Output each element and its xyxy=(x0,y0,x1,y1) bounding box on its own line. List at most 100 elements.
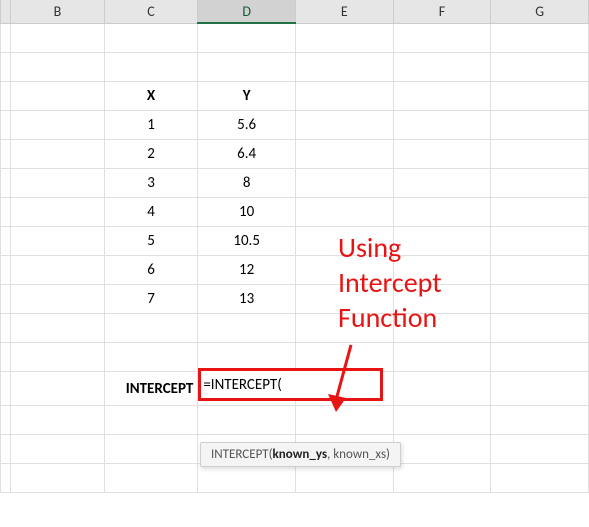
cell[interactable] xyxy=(491,343,589,372)
cell[interactable] xyxy=(393,169,491,198)
cell[interactable] xyxy=(393,406,491,435)
col-header-b[interactable]: B xyxy=(11,0,105,23)
cell[interactable] xyxy=(11,53,105,82)
cell[interactable] xyxy=(491,53,589,82)
spreadsheet-grid[interactable]: B C D E F G X Y 1 5.6 2 6.4 3 8 xyxy=(0,0,589,493)
cell[interactable] xyxy=(491,435,589,464)
cell[interactable] xyxy=(198,464,296,493)
cell[interactable] xyxy=(295,23,393,53)
cell[interactable] xyxy=(11,285,105,314)
header-y[interactable]: Y xyxy=(198,82,296,111)
cell[interactable] xyxy=(491,372,589,406)
cell[interactable] xyxy=(104,406,198,435)
tooltip-fn: INTERCEPT( xyxy=(211,447,273,462)
cell[interactable] xyxy=(295,169,393,198)
cell[interactable] xyxy=(198,23,296,53)
cell[interactable] xyxy=(491,82,589,111)
cell[interactable] xyxy=(198,406,296,435)
cell[interactable] xyxy=(295,111,393,140)
cell[interactable] xyxy=(393,82,491,111)
cell[interactable] xyxy=(491,169,589,198)
cell[interactable] xyxy=(393,464,491,493)
cell[interactable] xyxy=(491,256,589,285)
cell[interactable] xyxy=(11,343,105,372)
col-header-f[interactable]: F xyxy=(393,0,491,23)
col-header-g[interactable]: G xyxy=(491,0,589,23)
cell[interactable] xyxy=(11,198,105,227)
cell[interactable] xyxy=(295,464,393,493)
col-header-c[interactable]: C xyxy=(104,0,198,23)
cell[interactable] xyxy=(198,53,296,82)
cell-x[interactable]: 2 xyxy=(104,140,198,169)
cell[interactable] xyxy=(104,53,198,82)
cell[interactable] xyxy=(393,372,491,406)
cell[interactable] xyxy=(104,314,198,343)
cell[interactable] xyxy=(393,140,491,169)
cell[interactable] xyxy=(11,169,105,198)
cell[interactable] xyxy=(491,285,589,314)
cell[interactable] xyxy=(393,435,491,464)
formula-cell[interactable]: =INTERCEPT( xyxy=(198,372,296,406)
column-header-row: B C D E F G xyxy=(1,0,589,23)
cell[interactable] xyxy=(295,140,393,169)
cell[interactable] xyxy=(11,256,105,285)
intercept-label[interactable]: INTERCEPT xyxy=(104,372,198,406)
cell-x[interactable]: 6 xyxy=(104,256,198,285)
function-tooltip: INTERCEPT(known_ys, known_xs) xyxy=(200,442,401,467)
cell[interactable] xyxy=(104,435,198,464)
tooltip-arg-current: known_ys xyxy=(273,447,328,462)
cell[interactable] xyxy=(104,464,198,493)
annotation-line: Using xyxy=(338,230,442,265)
cell[interactable] xyxy=(393,198,491,227)
cell[interactable] xyxy=(491,314,589,343)
cell-y[interactable]: 5.6 xyxy=(198,111,296,140)
cell[interactable] xyxy=(491,111,589,140)
cell[interactable] xyxy=(295,82,393,111)
cell[interactable] xyxy=(11,23,105,53)
cell[interactable] xyxy=(11,140,105,169)
cell[interactable] xyxy=(491,198,589,227)
tooltip-rest: , known_xs) xyxy=(327,447,390,462)
cell[interactable] xyxy=(11,372,105,406)
cell[interactable] xyxy=(11,406,105,435)
cell[interactable] xyxy=(198,314,296,343)
cell[interactable] xyxy=(491,227,589,256)
cell-x[interactable]: 1 xyxy=(104,111,198,140)
annotation-line: Intercept xyxy=(338,265,442,300)
cell[interactable] xyxy=(11,464,105,493)
cell-x[interactable]: 4 xyxy=(104,198,198,227)
cell[interactable] xyxy=(491,406,589,435)
cell-y[interactable]: 13 xyxy=(198,285,296,314)
cell[interactable] xyxy=(393,53,491,82)
cell[interactable] xyxy=(295,53,393,82)
cell-x[interactable]: 3 xyxy=(104,169,198,198)
cell[interactable] xyxy=(491,140,589,169)
cell-y[interactable]: 10 xyxy=(198,198,296,227)
cell-x[interactable]: 7 xyxy=(104,285,198,314)
cell-x[interactable]: 5 xyxy=(104,227,198,256)
cell[interactable] xyxy=(11,227,105,256)
cell-y[interactable]: 12 xyxy=(198,256,296,285)
cell-y[interactable]: 8 xyxy=(198,169,296,198)
annotation-line: Function xyxy=(338,300,442,335)
cell[interactable] xyxy=(104,23,198,53)
cell[interactable] xyxy=(393,111,491,140)
cell[interactable] xyxy=(104,343,198,372)
cell[interactable] xyxy=(11,314,105,343)
cell[interactable] xyxy=(491,23,589,53)
header-x[interactable]: X xyxy=(104,82,198,111)
cell[interactable] xyxy=(295,198,393,227)
col-header-d[interactable]: D xyxy=(198,0,296,23)
cell[interactable] xyxy=(11,82,105,111)
col-header-e[interactable]: E xyxy=(295,0,393,23)
cell[interactable] xyxy=(11,111,105,140)
col-stub xyxy=(1,0,11,23)
cell-y[interactable]: 6.4 xyxy=(198,140,296,169)
cell[interactable] xyxy=(11,435,105,464)
formula-input[interactable]: =INTERCEPT( xyxy=(198,368,383,401)
cell-y[interactable]: 10.5 xyxy=(198,227,296,256)
cell[interactable] xyxy=(393,23,491,53)
cell[interactable] xyxy=(295,406,393,435)
cell[interactable] xyxy=(491,464,589,493)
cell[interactable] xyxy=(393,343,491,372)
